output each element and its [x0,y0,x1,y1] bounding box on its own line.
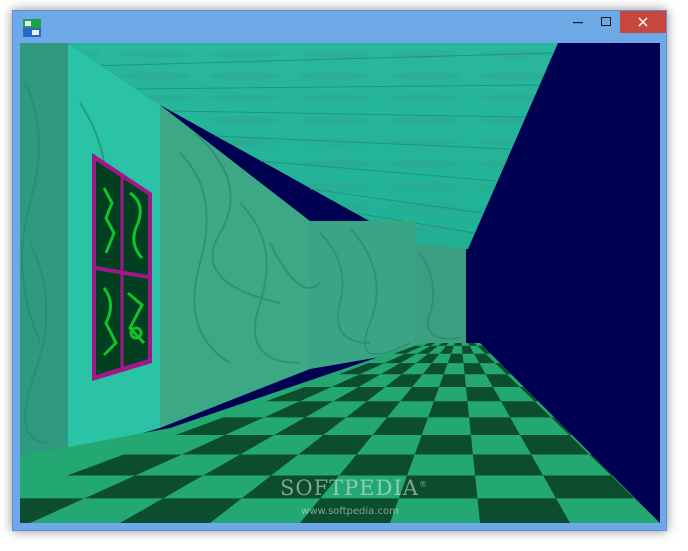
floor-tile [414,435,473,455]
softpedia-url: www.softpedia.com [301,506,399,517]
close-button[interactable] [620,11,666,33]
maximize-button[interactable] [592,11,620,33]
corridor-scene [20,43,660,523]
floor-tile [477,498,570,523]
softpedia-watermark: SOFTPEDIA® [280,476,427,500]
watermark-trademark: ® [418,480,428,489]
floor-tile [428,401,470,418]
left-wall-edge [20,43,68,456]
app-icon [23,19,41,37]
watermark-logo-text: SOFTPEDIA [280,476,419,500]
maximize-icon [601,17,611,26]
wall-painting [92,153,152,381]
close-icon [638,17,648,27]
floor-tile [472,454,544,476]
app-window: SOFTPEDIA® www.softpedia.com [12,10,667,531]
far-wall-2 [415,243,466,351]
title-bar[interactable] [13,11,666,43]
floor-tile [439,374,466,387]
minimize-icon [573,22,583,24]
3d-viewport[interactable]: SOFTPEDIA® www.softpedia.com [20,43,660,523]
minimize-button[interactable] [564,11,592,33]
